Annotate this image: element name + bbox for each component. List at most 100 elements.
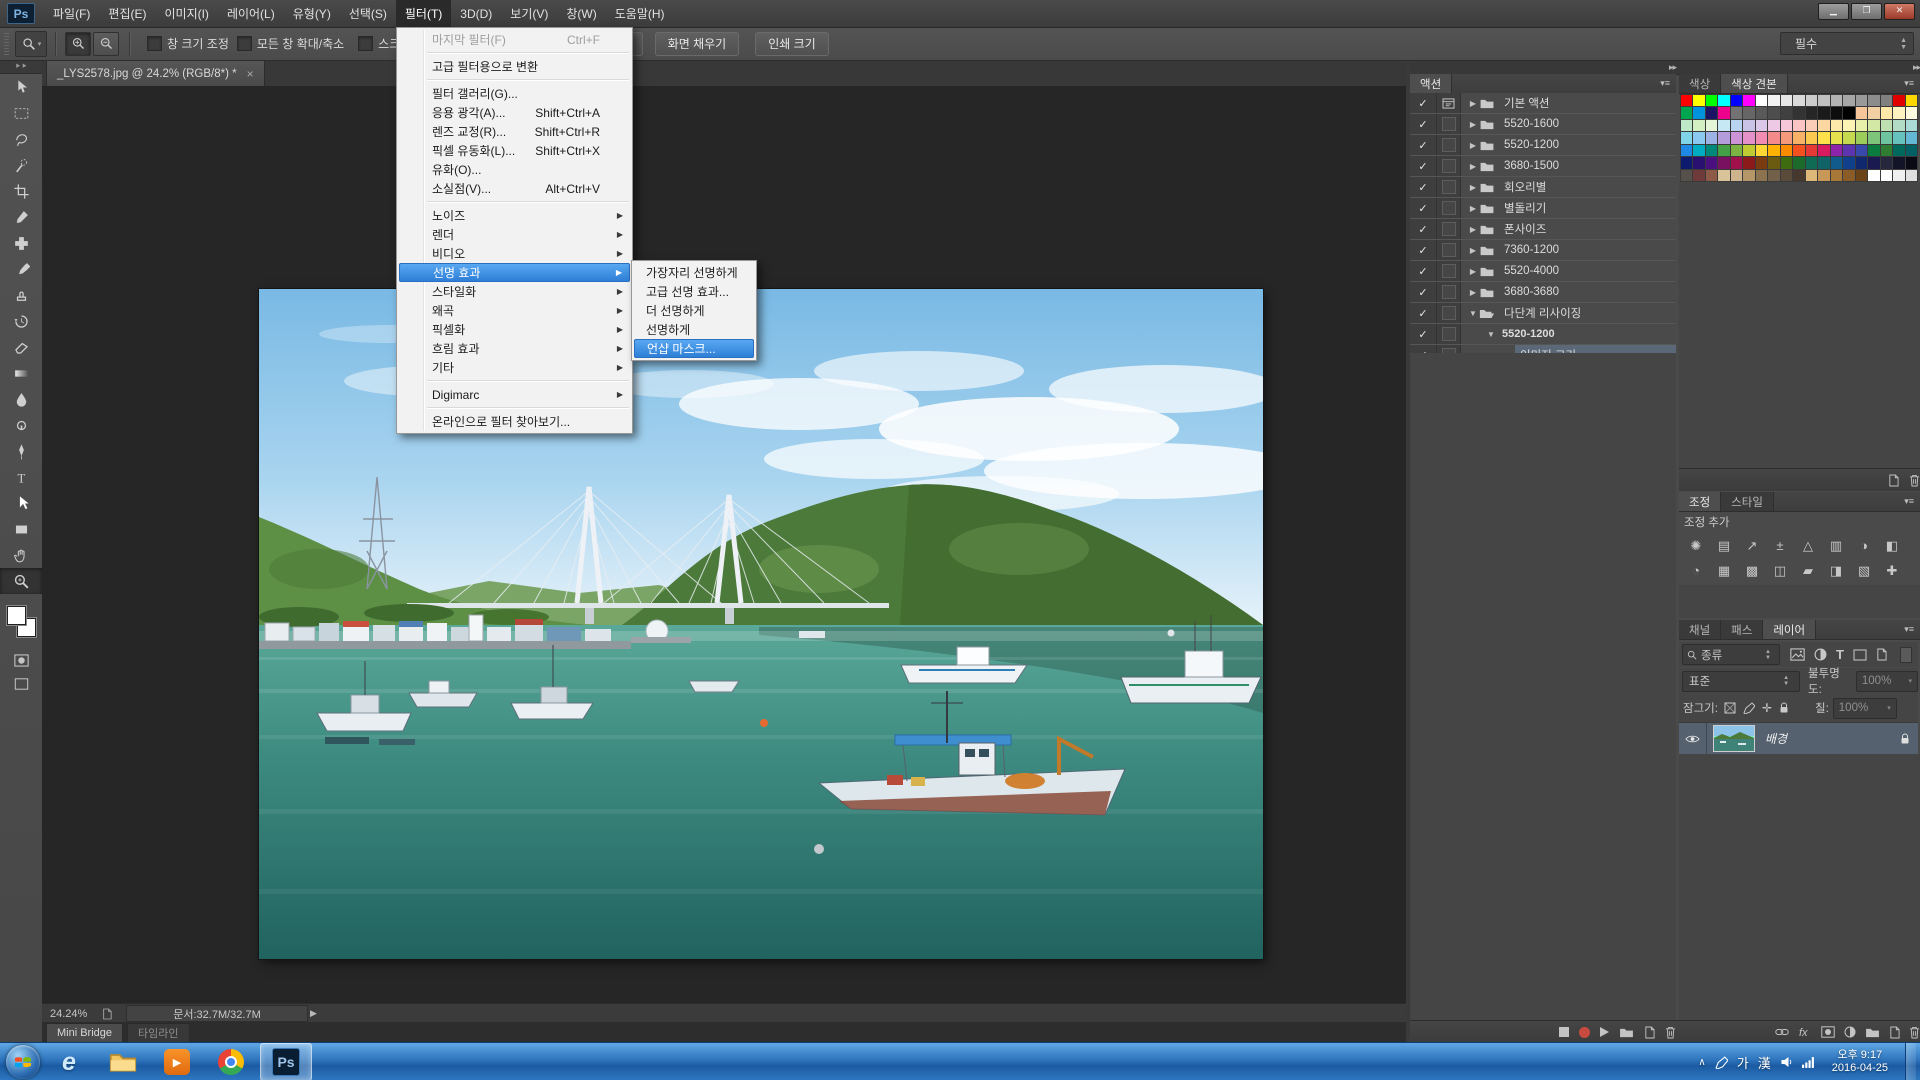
filter-smart-objects-icon[interactable] <box>1876 648 1887 661</box>
taskbar-app-media-player[interactable]: ▶ <box>152 1044 202 1080</box>
zoom-level[interactable]: 24.24% <box>50 1008 102 1020</box>
crop-tool-icon[interactable] <box>0 178 42 204</box>
action-checkmark[interactable]: ✓ <box>1410 324 1437 344</box>
swatch-1-14[interactable] <box>1843 95 1854 106</box>
swatch-7-18[interactable] <box>1893 170 1904 181</box>
swatch-7-12[interactable] <box>1818 170 1829 181</box>
sharpen-menu-item-1[interactable]: 가장자리 선명하게 <box>634 263 754 282</box>
swatch-3-6[interactable] <box>1743 120 1754 131</box>
swatch-7-1[interactable] <box>1681 170 1692 181</box>
action-row-3[interactable]: ✓▶5520-1200 <box>1410 135 1676 156</box>
action-row-9[interactable]: ✓▶5520-4000 <box>1410 261 1676 282</box>
ime-korean-indicator[interactable]: 가 <box>1737 1053 1749 1072</box>
swatch-5-4[interactable] <box>1718 145 1729 156</box>
delete-layer-icon[interactable] <box>1909 1026 1920 1039</box>
dialog-toggle[interactable] <box>1442 327 1456 341</box>
swatch-6-2[interactable] <box>1693 157 1704 168</box>
swatch-1-10[interactable] <box>1793 95 1804 106</box>
play-icon[interactable] <box>1600 1027 1609 1037</box>
swatch-3-18[interactable] <box>1893 120 1904 131</box>
swatch-5-13[interactable] <box>1831 145 1842 156</box>
zoom-tool-icon[interactable] <box>0 568 42 594</box>
action-checkmark[interactable]: ✓ <box>1410 156 1437 176</box>
filter-menu-item-13[interactable]: 렌더▶ <box>399 225 630 244</box>
lock-all-icon[interactable] <box>1779 702 1789 714</box>
swatch-2-18[interactable] <box>1893 107 1904 118</box>
swatch-4-5[interactable] <box>1731 132 1742 143</box>
expand-arrow-icon[interactable]: ▶ <box>1467 204 1479 213</box>
swatch-5-5[interactable] <box>1731 145 1742 156</box>
swatch-2-11[interactable] <box>1806 107 1817 118</box>
menu-7[interactable]: 필터(T) <box>396 0 451 27</box>
delete-action-icon[interactable] <box>1665 1026 1676 1039</box>
expand-arrow-icon[interactable]: ▶ <box>1467 120 1479 129</box>
swatch-3-3[interactable] <box>1706 120 1717 131</box>
zoom-tool-preset[interactable]: ▾ <box>15 31 47 57</box>
layer-row-background[interactable]: 배경 <box>1679 723 1918 755</box>
swatch-5-1[interactable] <box>1681 145 1692 156</box>
new-set-folder-icon[interactable] <box>1619 1027 1634 1038</box>
expand-arrow-icon[interactable]: ▶ <box>1467 183 1479 192</box>
swatch-4-19[interactable] <box>1906 132 1917 143</box>
brush-tool-icon[interactable] <box>0 256 42 282</box>
swatch-2-2[interactable] <box>1693 107 1704 118</box>
swatch-3-15[interactable] <box>1856 120 1867 131</box>
taskbar-clock[interactable]: 오후 9:17 2016-04-25 <box>1824 1049 1896 1075</box>
swatch-3-7[interactable] <box>1756 120 1767 131</box>
new-group-icon[interactable] <box>1865 1027 1880 1038</box>
zoom-out-button[interactable] <box>93 32 119 56</box>
swatch-1-16[interactable] <box>1868 95 1879 106</box>
option-button-2[interactable]: 화면 채우기 <box>655 32 740 56</box>
eyedropper-tool-icon[interactable] <box>0 204 42 230</box>
dialog-toggle[interactable] <box>1442 159 1456 173</box>
toolstrip-header[interactable]: ⯈⯈ <box>0 60 42 74</box>
action-checkmark[interactable]: ✓ <box>1410 114 1437 134</box>
swatch-5-12[interactable] <box>1818 145 1829 156</box>
action-row-6[interactable]: ✓▶별돌리기 <box>1410 198 1676 219</box>
swatch-1-12[interactable] <box>1818 95 1829 106</box>
action-modifier[interactable] <box>1437 156 1461 176</box>
tab-mini-bridge[interactable]: Mini Bridge <box>46 1023 123 1042</box>
swatch-5-19[interactable] <box>1906 145 1917 156</box>
swatch-5-3[interactable] <box>1706 145 1717 156</box>
menu-4[interactable]: 레이어(L) <box>218 0 284 27</box>
filter-menu-item-22[interactable]: Digimarc▶ <box>399 385 630 404</box>
expand-arrow-icon[interactable]: ▶ <box>1467 141 1479 150</box>
swatch-4-8[interactable] <box>1768 132 1779 143</box>
swatch-6-9[interactable] <box>1781 157 1792 168</box>
invert-icon[interactable]: ◫ <box>1766 558 1794 583</box>
filter-menu-item-14[interactable]: 비디오▶ <box>399 244 630 263</box>
type-tool-icon[interactable]: T <box>0 464 42 490</box>
swatch-4-12[interactable] <box>1818 132 1829 143</box>
swatch-3-8[interactable] <box>1768 120 1779 131</box>
filter-menu-item-10[interactable]: 소실점(V)...Alt+Ctrl+V <box>399 179 630 198</box>
swatch-7-17[interactable] <box>1881 170 1892 181</box>
tab-actions[interactable]: 액션 <box>1410 74 1452 93</box>
swatch-1-19[interactable] <box>1906 95 1917 106</box>
gradient-tool-icon[interactable] <box>0 360 42 386</box>
tab-color[interactable]: 색상 <box>1679 74 1721 93</box>
swatch-1-8[interactable] <box>1768 95 1779 106</box>
swatch-3-10[interactable] <box>1793 120 1804 131</box>
shape-tool-icon[interactable] <box>0 516 42 542</box>
swatch-4-9[interactable] <box>1781 132 1792 143</box>
sharpen-menu-item-4[interactable]: 선명하게 <box>634 320 754 339</box>
pen-tool-icon[interactable] <box>0 438 42 464</box>
swatch-4-4[interactable] <box>1718 132 1729 143</box>
gradient-map-icon[interactable]: ▧ <box>1850 558 1878 583</box>
swatch-3-4[interactable] <box>1718 120 1729 131</box>
filter-menu-item-8[interactable]: 픽셀 유동화(L)...Shift+Ctrl+X <box>399 141 630 160</box>
swatch-6-16[interactable] <box>1868 157 1879 168</box>
maximize-button[interactable]: ❐ <box>1851 3 1882 20</box>
swatch-1-11[interactable] <box>1806 95 1817 106</box>
swatch-2-10[interactable] <box>1793 107 1804 118</box>
swatch-1-6[interactable] <box>1743 95 1754 106</box>
action-modifier[interactable] <box>1437 282 1461 302</box>
swatch-3-16[interactable] <box>1868 120 1879 131</box>
swatch-5-15[interactable] <box>1856 145 1867 156</box>
taskbar-app-windows-explorer[interactable] <box>98 1044 148 1080</box>
swatch-1-2[interactable] <box>1693 95 1704 106</box>
new-action-icon[interactable] <box>1644 1026 1655 1039</box>
action-row-5[interactable]: ✓▶회오리별 <box>1410 177 1676 198</box>
action-row-12[interactable]: ✓▼5520-1200 <box>1410 324 1676 345</box>
